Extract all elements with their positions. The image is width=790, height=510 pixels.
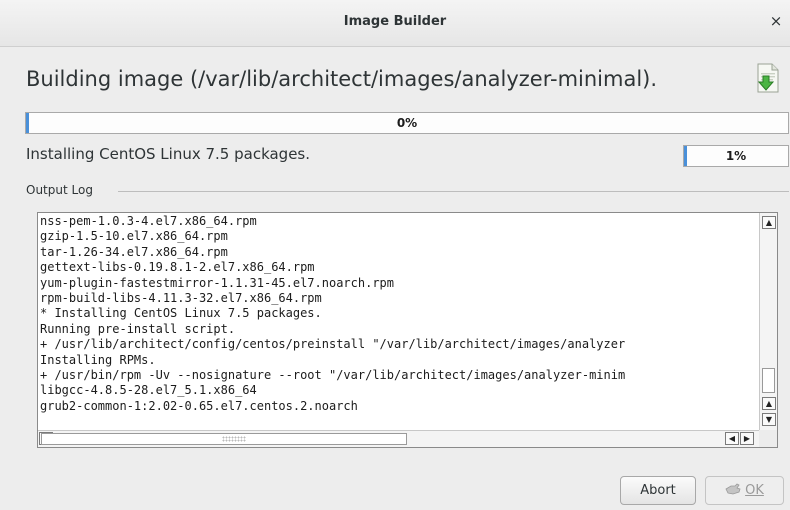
log-line: + /usr/lib/architect/config/centos/prein… <box>40 337 626 352</box>
log-line: Running pre-install script. <box>40 321 236 336</box>
log-line: + /usr/bin/rpm -Uv --nosignature --root … <box>40 368 626 383</box>
scroll-up-icon[interactable]: ▲ <box>762 397 776 410</box>
log-line: * Installing CentOS Linux 7.5 packages. <box>40 306 322 321</box>
window-title: Image Builder <box>343 14 447 29</box>
horizontal-scrollbar[interactable]: ◀ ◀ ▶ <box>38 430 759 447</box>
scroll-left-icon[interactable]: ◀ <box>725 432 739 445</box>
horizontal-scroll-thumb[interactable] <box>41 433 407 445</box>
scroll-corner <box>759 430 777 447</box>
log-line: tar-1.26-34.el7.x86_64.rpm <box>40 244 228 259</box>
scroll-down-icon[interactable]: ▼ <box>762 413 776 426</box>
output-log-view[interactable]: nss-pem-1.0.3-4.el7.x86_64.rpm gzip-1.5-1… <box>37 212 778 448</box>
package-progress-label: 1% <box>725 149 747 163</box>
log-line: grub2-common-1:2.02-0.65.el7.centos.2.no… <box>40 398 358 413</box>
vertical-scroll-thumb[interactable] <box>762 368 775 393</box>
log-line: libgcc-4.8.5-28.el7_5.1.x86_64 <box>40 383 257 398</box>
title-bar: Image Builder × <box>0 0 790 47</box>
scroll-right-icon[interactable]: ▶ <box>740 432 754 445</box>
log-line: nss-pem-1.0.3-4.el7.x86_64.rpm <box>40 214 257 228</box>
output-log-label: Output Log <box>26 183 97 197</box>
log-line: gzip-1.5-10.el7.x86_64.rpm <box>40 229 228 244</box>
package-progress-bar: 1% <box>683 145 789 167</box>
build-heading: Building image (/var/lib/architect/image… <box>26 67 658 91</box>
status-text: Installing CentOS Linux 7.5 packages. <box>26 145 311 163</box>
scroll-up-icon[interactable]: ▲ <box>762 216 776 229</box>
log-line: Installing RPMs. <box>40 352 156 367</box>
log-line: rpm-build-libs-4.11.3-32.el7.x86_64.rpm <box>40 291 322 306</box>
overall-progress-bar: 0% <box>25 112 789 134</box>
output-log-text: nss-pem-1.0.3-4.el7.x86_64.rpm gzip-1.5-1… <box>40 214 758 431</box>
close-icon[interactable]: × <box>768 13 784 29</box>
ok-button-label: OK <box>745 483 764 498</box>
log-line: gettext-libs-0.19.8.1-2.el7.x86_64.rpm <box>40 260 315 275</box>
document-install-icon <box>757 63 779 93</box>
output-log-divider <box>118 191 789 192</box>
ok-hand-icon <box>725 483 741 495</box>
vertical-scrollbar[interactable]: ▲ ▲ ▼ <box>759 213 777 430</box>
ok-button[interactable]: OK <box>705 476 784 505</box>
overall-progress-label: 0% <box>396 116 418 130</box>
abort-button[interactable]: Abort <box>620 476 696 505</box>
log-line: yum-plugin-fastestmirror-1.1.31-45.el7.n… <box>40 275 395 290</box>
